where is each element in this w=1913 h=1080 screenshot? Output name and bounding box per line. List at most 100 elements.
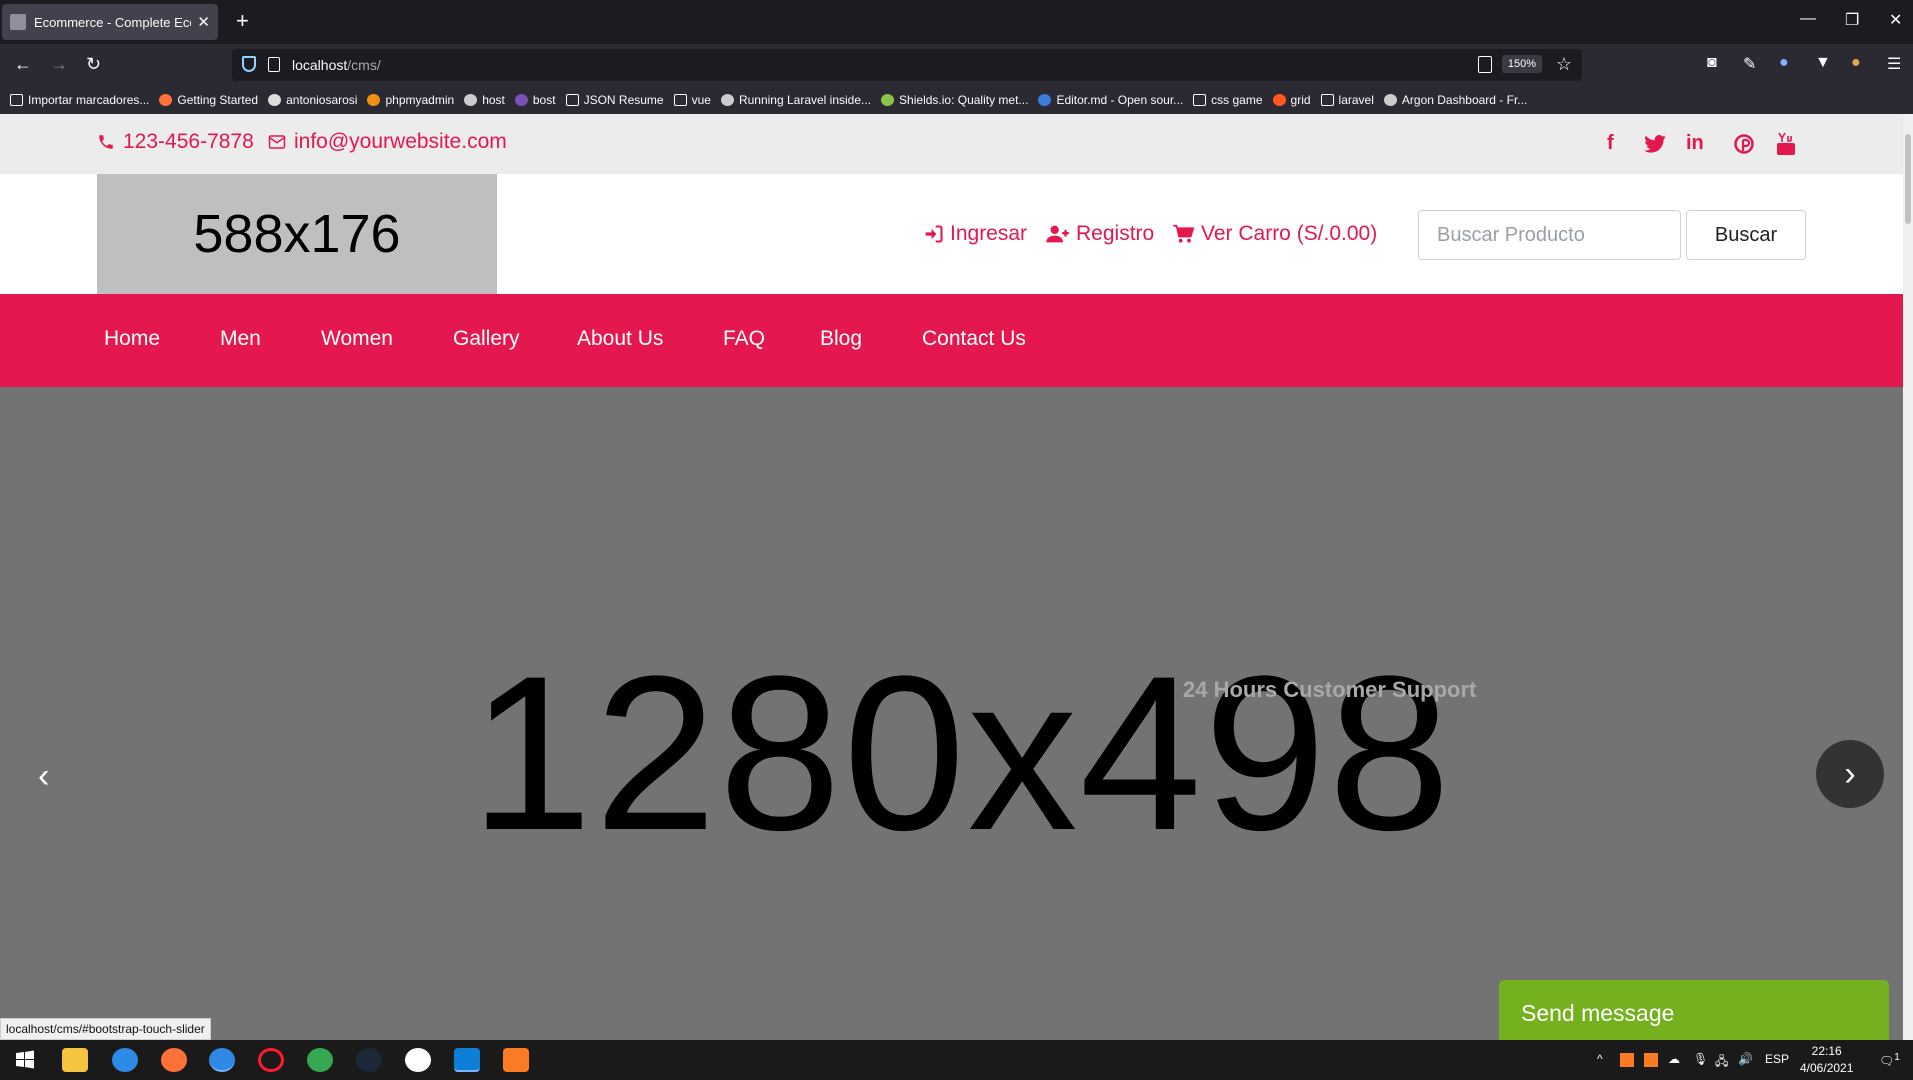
nav-item-men[interactable]: Men	[220, 327, 261, 351]
bookmark-label: JSON Resume	[583, 93, 664, 107]
bookmark-item[interactable]: Importar marcadores...	[10, 93, 149, 107]
network-icon[interactable]: 🖧	[1715, 1052, 1728, 1073]
nav-item-blog[interactable]: Blog	[820, 327, 862, 351]
bookmark-item[interactable]: bost	[514, 93, 556, 107]
onedrive-icon[interactable]: ☁	[1668, 1052, 1680, 1066]
slider-prev-icon[interactable]: ‹	[38, 757, 49, 796]
vscode-icon[interactable]	[454, 1048, 480, 1072]
firefox-taskbar-icon[interactable]	[161, 1048, 187, 1072]
restore-icon[interactable]: ❐	[1845, 10, 1859, 30]
bookmark-label: css game	[1211, 93, 1263, 107]
wrench-icon[interactable]: ✎	[1743, 54, 1756, 74]
bookmark-item[interactable]: phpmyadmin	[367, 93, 454, 107]
url-bar[interactable]: localhost/cms/ 150% ☆	[232, 49, 1582, 81]
bookmark-item[interactable]: JSON Resume	[565, 93, 664, 107]
bookmark-item[interactable]: Argon Dashboard - Fr...	[1383, 93, 1527, 107]
facebook-icon[interactable]: f	[1607, 132, 1614, 155]
edge-icon[interactable]	[112, 1048, 138, 1072]
microphone-icon[interactable]: 🎙	[1693, 1052, 1708, 1066]
main-navigation: Home Men Women Gallery About Us FAQ Blog…	[0, 294, 1903, 387]
slide-caption: 24 Hours Customer Support	[1183, 677, 1477, 702]
bookmark-item[interactable]: Running Laravel inside...	[720, 93, 871, 107]
bookmark-star-icon[interactable]: ☆	[1556, 54, 1572, 75]
send-message-chat-widget[interactable]: Send message	[1499, 980, 1889, 1040]
bookmark-label: Shields.io: Quality met...	[899, 93, 1029, 107]
back-icon[interactable]: ←	[14, 54, 32, 74]
new-tab-button[interactable]: +	[236, 10, 249, 32]
login-link[interactable]: Ingresar	[924, 222, 1027, 246]
app-icon[interactable]	[405, 1048, 431, 1072]
bookmark-item[interactable]: antoniosarosi	[268, 93, 357, 107]
bootstrap-icon	[514, 94, 528, 106]
forward-icon[interactable]: →	[50, 54, 68, 74]
phone-contact[interactable]: 123-456-7878	[97, 130, 254, 154]
cart-icon	[1173, 224, 1195, 243]
bookmark-label: vue	[691, 93, 711, 107]
clock[interactable]: 22:16 4/06/2021	[1800, 1043, 1853, 1077]
extension-globe-icon[interactable]: ●	[1779, 54, 1789, 72]
opera-icon[interactable]	[258, 1048, 284, 1072]
register-link[interactable]: Registro	[1046, 222, 1154, 246]
extension-icon[interactable]: ●	[1851, 54, 1861, 72]
nav-item-women[interactable]: Women	[321, 327, 393, 351]
windows-taskbar: ^ ☁ 🎙 🖧 🔊 ESP 22:16 4/06/2021 🗨1	[0, 1040, 1913, 1080]
page-info-icon[interactable]	[268, 57, 280, 72]
nav-item-home[interactable]: Home	[104, 327, 160, 351]
steam-icon[interactable]	[356, 1048, 382, 1072]
xampp-icon[interactable]	[503, 1048, 529, 1072]
tray-expand-icon[interactable]: ^	[1597, 1052, 1603, 1066]
product-search-input[interactable]	[1418, 210, 1681, 260]
nav-item-gallery[interactable]: Gallery	[453, 327, 520, 351]
bookmark-item[interactable]: Shields.io: Quality met...	[881, 93, 1028, 107]
notification-count: 1	[1894, 1052, 1900, 1063]
login-label: Ingresar	[950, 222, 1028, 245]
bookmark-item[interactable]: grid	[1272, 93, 1311, 107]
linkedin-icon[interactable]: in	[1686, 132, 1704, 155]
language-indicator[interactable]: ESP	[1765, 1052, 1789, 1066]
pocket-icon[interactable]: ◙	[1707, 54, 1717, 72]
vue-devtools-icon[interactable]: ▼	[1815, 54, 1831, 72]
url-text[interactable]: localhost/cms/	[292, 57, 381, 73]
cart-link[interactable]: Ver Carro (S/.0.00)	[1173, 222, 1377, 246]
reader-view-icon[interactable]	[1478, 56, 1492, 73]
windows-start-icon[interactable]	[12, 1048, 38, 1072]
nav-item-contact-us[interactable]: Contact Us	[922, 327, 1026, 351]
window-close-icon[interactable]: ✕	[1889, 10, 1902, 30]
notification-center-icon[interactable]: 🗨1	[1879, 1052, 1900, 1068]
twitter-icon[interactable]	[1644, 135, 1666, 153]
bookmark-folder[interactable]: vue	[673, 93, 711, 107]
site-logo-placeholder[interactable]: 588x176	[97, 174, 497, 294]
bookmark-folder[interactable]: css game	[1193, 93, 1263, 107]
menu-icon[interactable]: ☰	[1887, 54, 1901, 74]
zoom-level-badge[interactable]: 150%	[1501, 55, 1542, 73]
youtube-icon[interactable]	[1777, 132, 1795, 156]
nav-item-faq[interactable]: FAQ	[723, 327, 765, 351]
clock-time: 22:16	[1811, 1044, 1842, 1058]
bookmark-folder[interactable]: laravel	[1320, 93, 1374, 107]
xampp-tray-icon[interactable]	[1620, 1053, 1634, 1067]
search-button[interactable]: Buscar	[1686, 210, 1806, 260]
chrome-icon[interactable]	[307, 1048, 333, 1072]
tracking-protection-icon[interactable]	[242, 56, 256, 72]
file-explorer-icon[interactable]	[62, 1048, 88, 1072]
nav-item-about-us[interactable]: About Us	[577, 327, 663, 351]
reload-icon[interactable]: ↻	[86, 54, 101, 74]
firefox-dev-taskbar-icon[interactable]	[209, 1048, 235, 1072]
tab-title: Ecommerce - Complete Ecomm	[34, 14, 191, 30]
browser-tab[interactable]: Ecommerce - Complete Ecomm ✕	[2, 4, 218, 40]
bookmark-item[interactable]: Getting Started	[159, 93, 258, 107]
bookmark-item[interactable]: Editor.md - Open sour...	[1038, 93, 1183, 107]
volume-icon[interactable]: 🔊	[1738, 1052, 1753, 1066]
email-contact[interactable]: info@yourwebsite.com	[268, 130, 507, 154]
bookmark-item[interactable]: host	[464, 93, 505, 107]
xampp-tray-icon-2[interactable]	[1644, 1053, 1658, 1067]
minimize-icon[interactable]: —	[1800, 10, 1816, 28]
pinterest-icon[interactable]	[1734, 134, 1754, 154]
slider-next-button[interactable]: ›	[1816, 740, 1884, 808]
tab-close-icon[interactable]: ✕	[197, 13, 210, 31]
page-viewport: 123-456-7878 info@yourwebsite.com f in 5…	[0, 114, 1903, 1040]
page-scrollbar[interactable]	[1903, 114, 1913, 1040]
scrollbar-thumb[interactable]	[1905, 134, 1911, 224]
folder-icon	[1193, 94, 1207, 106]
hero-slider[interactable]: 1280x498 24 Hours Customer Support ‹ ›	[0, 387, 1903, 1040]
